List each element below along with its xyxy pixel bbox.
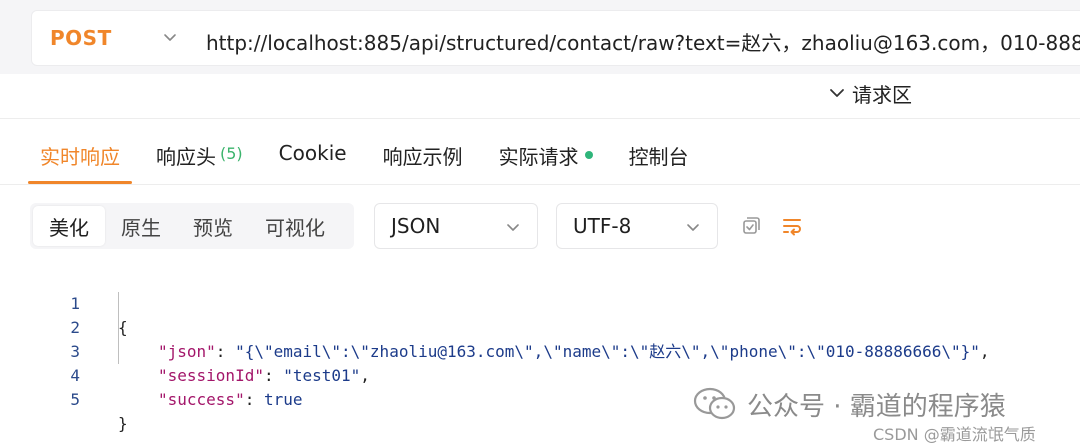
code-line: 3 "sessionId": "test01", (0, 316, 370, 385)
wrap-lines-icon[interactable] (780, 214, 804, 238)
request-bar: POST http://localhost:885/api/structured… (0, 0, 1080, 74)
code-line: 4 "success": true (0, 340, 302, 409)
json-key: "sessionId" (158, 366, 264, 385)
status-dot (584, 151, 593, 159)
code-line: 2 "json": "{\"email\":\"zhaoliu@163.com\… (0, 292, 989, 361)
code-text: "success": true (158, 390, 303, 409)
tab-label: 响应示例 (382, 145, 463, 169)
watermark-text: 公众号 · 霸道的程序猿 (747, 391, 1006, 422)
code-line: 5 } (0, 364, 127, 433)
line-number: 4 (70, 366, 80, 385)
request-area-label: 请求区 (852, 82, 912, 107)
json-key: "success" (158, 390, 245, 409)
code-text: "sessionId": "test01", (158, 366, 370, 385)
tab-label: 控制台 (628, 145, 689, 169)
chevron-down-icon (687, 224, 699, 231)
tab-response-headers[interactable]: 响应头 (5) (144, 136, 255, 184)
chevron-down-icon (830, 89, 844, 97)
json-punct: , (979, 342, 990, 361)
line-number: 2 (70, 318, 80, 337)
indent-guide (118, 292, 119, 364)
view-raw-button[interactable]: 原生 (105, 206, 177, 246)
tab-cookie[interactable]: Cookie (267, 136, 359, 184)
encoding-select[interactable]: UTF-8 (556, 203, 718, 249)
view-preview-button[interactable]: 预览 (177, 206, 249, 246)
code-text: { (118, 318, 128, 337)
chevron-down-icon[interactable] (162, 29, 178, 45)
format-select-value: JSON (391, 214, 441, 238)
url-box: POST http://localhost:885/api/structured… (31, 10, 1080, 66)
json-value: "test01" (283, 366, 361, 385)
line-number: 5 (70, 390, 80, 409)
json-value: true (263, 390, 303, 409)
watermark: 公众号 · 霸道的程序猿 (693, 384, 1006, 424)
copy-icon[interactable] (738, 214, 762, 238)
code-text: "json": "{\"email\":\"zhaoliu@163.com\",… (158, 342, 990, 361)
encoding-select-value: UTF-8 (573, 214, 632, 238)
response-tabs: 实时响应 响应头 (5) Cookie 响应示例 实际请求 控制台 (28, 136, 713, 184)
line-number: 1 (70, 294, 80, 313)
tab-label: 实时响应 (40, 145, 120, 169)
wechat-logo-icon (693, 387, 736, 420)
json-punct: , (360, 366, 370, 385)
method-select[interactable]: POST (50, 26, 112, 50)
tab-live-response[interactable]: 实时响应 (28, 136, 132, 184)
tab-actual-request[interactable]: 实际请求 (487, 136, 605, 184)
header-count-badge: (5) (220, 144, 243, 163)
format-select[interactable]: JSON (374, 203, 538, 249)
chevron-down-icon (507, 224, 519, 231)
response-body: 1 { 2 "json": "{\"email\":\"zhaoliu@163.… (0, 268, 989, 433)
divider (0, 118, 1080, 119)
tab-label: 实际请求 (498, 145, 579, 169)
csdn-watermark: CSDN @霸道流氓气质 (873, 425, 1036, 444)
url-input[interactable]: http://localhost:885/api/structured/cont… (206, 27, 1080, 56)
json-key: "json" (158, 342, 216, 361)
code-line: 1 { (0, 268, 127, 337)
tab-label: Cookie (278, 141, 347, 165)
json-value: "{\"email\":\"zhaoliu@163.com\",\"name\"… (235, 342, 980, 361)
view-pretty-button[interactable]: 美化 (33, 206, 105, 246)
tab-console[interactable]: 控制台 (617, 136, 701, 184)
tab-response-example[interactable]: 响应示例 (371, 136, 475, 184)
code-text: } (118, 414, 128, 433)
line-number: 3 (70, 342, 80, 361)
tab-label: 响应头 (156, 145, 216, 169)
request-area-toggle[interactable]: 请求区 (828, 80, 912, 107)
view-visualize-button[interactable]: 可视化 (249, 206, 341, 246)
divider (0, 184, 1080, 185)
view-mode-switch: 美化 原生 预览 可视化 (30, 203, 354, 249)
